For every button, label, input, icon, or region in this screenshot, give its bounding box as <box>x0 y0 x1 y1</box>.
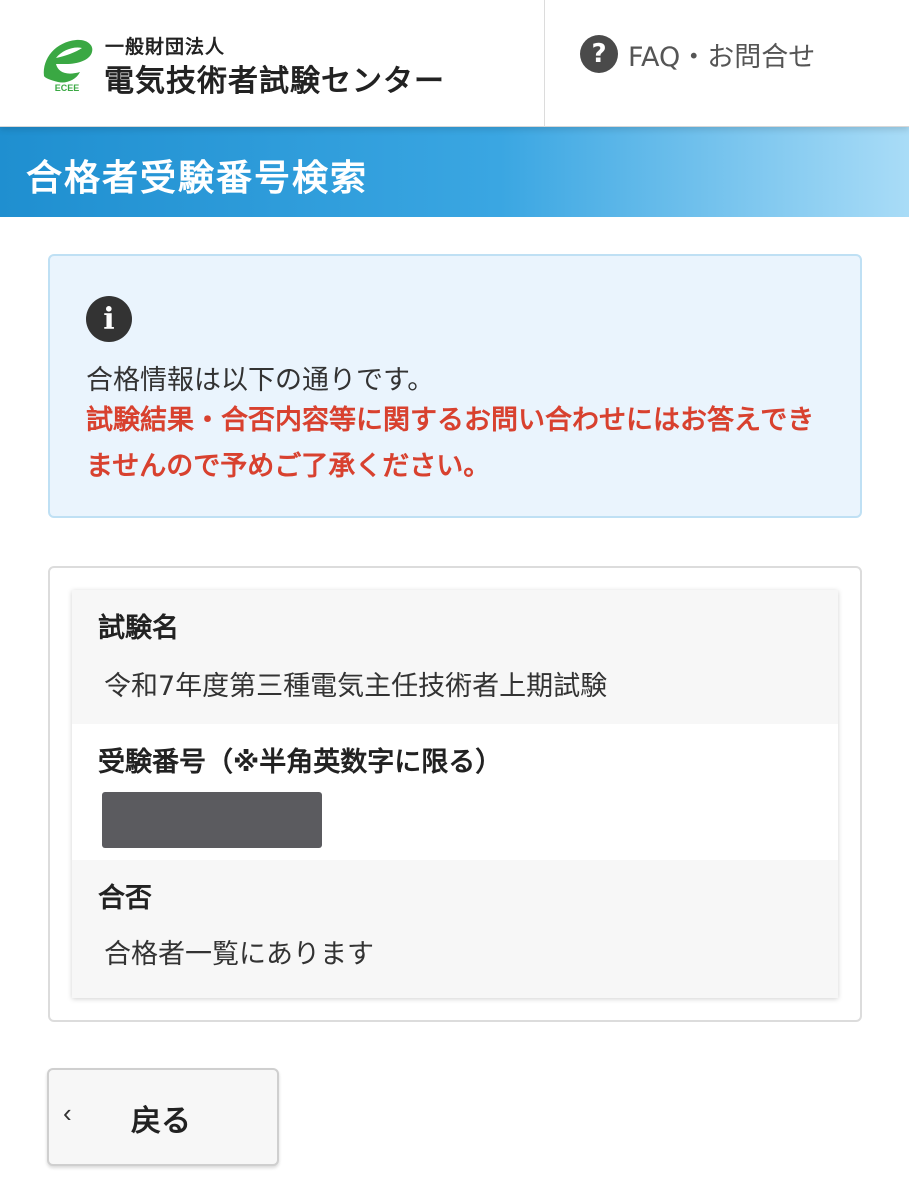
exam-number-label: 受験番号（※半角英数字に限る） <box>98 747 503 778</box>
exam-number-redacted <box>102 792 322 848</box>
logo-subtitle: 一般財団法人 <box>105 36 226 58</box>
result-card: 試験名 令和7年度第三種電気主任技術者上期試験 受験番号（※半角英数字に限る） … <box>48 566 862 1022</box>
exam-number-field: 受験番号（※半角英数字に限る） <box>72 724 838 860</box>
info-notice: i 合格情報は以下の通りです。 試験結果・合否内容等に関するお問い合わせにはお答… <box>48 254 862 518</box>
result-detail-list: 試験名 令和7年度第三種電気主任技術者上期試験 受験番号（※半角英数字に限る） … <box>72 590 838 998</box>
info-warning: 試験結果・合否内容等に関するお問い合わせにはお答えできませんので予めご了承くださ… <box>86 405 815 482</box>
site-header: ECEE 一般財団法人 電気技術者試験センター ? FAQ・お問合せ <box>0 0 909 127</box>
question-icon: ? <box>580 35 618 73</box>
back-button[interactable]: ‹ 戻る <box>47 1068 279 1166</box>
faq-contact-label: FAQ・お問合せ <box>628 41 816 73</box>
back-button-label: 戻る <box>131 1105 191 1138</box>
info-message: 合格情報は以下の通りです。 <box>86 365 435 396</box>
exam-name-field: 試験名 令和7年度第三種電気主任技術者上期試験 <box>72 590 838 724</box>
page-title-band: 合格者受験番号検索 <box>0 127 909 217</box>
info-icon: i <box>86 296 132 342</box>
faq-contact-link[interactable]: ? FAQ・お問合せ <box>580 34 815 74</box>
ecee-logo-icon: ECEE <box>43 39 93 92</box>
site-logo-link[interactable]: ECEE 一般財団法人 電気技術者試験センター <box>0 0 545 127</box>
pass-result-field: 合否 合格者一覧にあります <box>72 860 838 998</box>
page-title: 合格者受験番号検索 <box>26 158 369 199</box>
pass-result-label: 合否 <box>98 883 152 914</box>
logo-title: 電気技術者試験センター <box>104 64 445 99</box>
logo-small-text: ECEE <box>55 83 80 92</box>
chevron-left-icon: ‹ <box>63 1098 72 1128</box>
pass-result-value: 合格者一覧にあります <box>104 939 374 970</box>
exam-name-value: 令和7年度第三種電気主任技術者上期試験 <box>104 671 608 702</box>
exam-name-label: 試験名 <box>98 613 179 644</box>
